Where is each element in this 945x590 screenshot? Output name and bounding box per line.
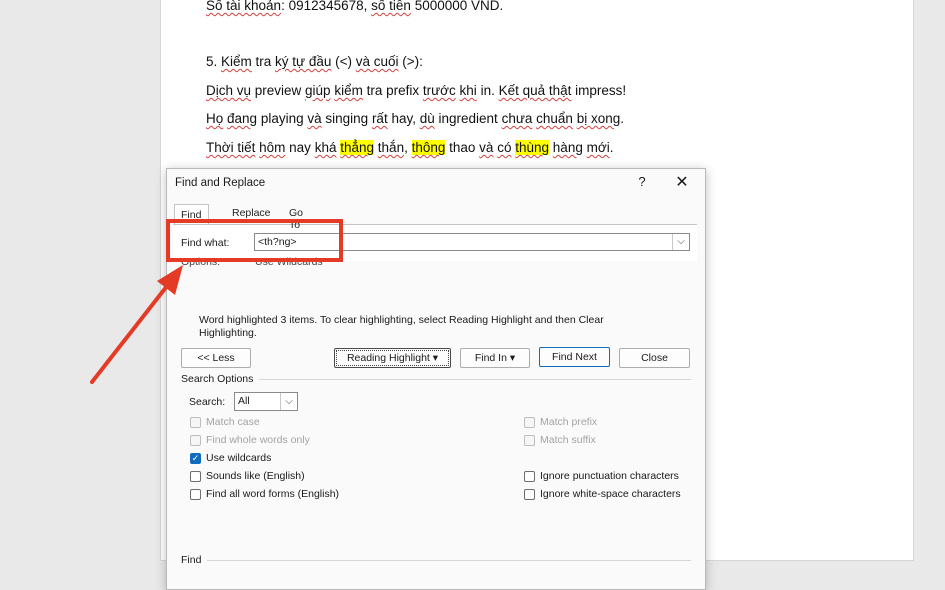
find-next-button[interactable]: Find Next: [539, 347, 610, 367]
doc-text-run: .: [609, 140, 614, 155]
doc-line-4: Họ đang playing và singing rất hay, dù i…: [206, 111, 624, 126]
doc-text-run: chuẩn: [536, 111, 573, 126]
checkbox: [524, 417, 535, 428]
checkbox-label: Match case: [206, 416, 260, 428]
doc-text-run: thẳng: [340, 140, 375, 155]
checkbox[interactable]: [524, 489, 535, 500]
doc-text-run: và: [307, 111, 322, 126]
checkbox-label: Match suffix: [540, 434, 596, 446]
doc-text-run: nay: [285, 140, 315, 155]
doc-text-run: thùng: [515, 140, 550, 155]
status-message: Word highlighted 3 items. To clear highl…: [199, 314, 604, 339]
doc-text-run: Kết quả thật: [498, 83, 572, 98]
doc-text-run: và cuối: [355, 54, 399, 69]
doc-text-run: : 0912345678,: [281, 0, 372, 13]
checkbox[interactable]: [190, 471, 201, 482]
dialog-title: Find and Replace: [175, 177, 266, 189]
doc-text-run: giúp: [305, 83, 331, 98]
reading-highlight-button[interactable]: Reading Highlight ▾: [334, 348, 451, 368]
search-options-title: Search Options: [181, 373, 254, 385]
doc-text-run: Số tài khoản: [206, 0, 282, 13]
doc-line-3: Dịch vụ preview giúp kiểm tra prefix trư…: [206, 83, 626, 98]
doc-text-run: impress!: [571, 83, 627, 98]
annotation-arrow-shaft: [90, 284, 169, 384]
doc-text-run: hàng: [552, 140, 583, 155]
checkbox-label[interactable]: Use wildcards: [206, 452, 271, 464]
doc-line-5: Thời tiết hôm nay khá thẳng thắn, thông …: [206, 140, 613, 155]
doc-line-1: Số tài khoản: 0912345678, số tiền 500000…: [206, 0, 503, 13]
doc-text-run: tra: [251, 54, 276, 69]
checkbox-label[interactable]: Sounds like (English): [206, 470, 305, 482]
doc-text-run: và: [479, 140, 494, 155]
doc-text-run: in.: [476, 83, 499, 98]
doc-text-run: có: [497, 140, 512, 155]
checkbox: [190, 435, 201, 446]
chevron-down-icon[interactable]: ⌵: [280, 393, 297, 410]
doc-line-2: 5. Kiểm tra ký tự đầu (<) và cuối (>):: [206, 54, 423, 69]
doc-text-run: ký tự đầu: [275, 54, 332, 69]
divider: [259, 379, 691, 380]
doc-text-run: số tiền: [371, 0, 411, 13]
checkbox[interactable]: [190, 489, 201, 500]
doc-text-run: thắn: [377, 140, 405, 155]
doc-text-run: dù: [419, 111, 435, 126]
find-in-button[interactable]: Find In ▾: [460, 348, 530, 368]
checkbox-label[interactable]: Ignore punctuation characters: [540, 470, 679, 482]
divider: [207, 560, 691, 561]
find-section-title: Find: [181, 554, 202, 566]
doc-text-run: đang: [227, 111, 258, 126]
checkbox-label[interactable]: Ignore white-space characters: [540, 488, 681, 500]
doc-text-run: kiểm: [334, 83, 363, 98]
doc-text-run: thao: [445, 140, 480, 155]
checkbox: [190, 417, 201, 428]
checkbox-label[interactable]: Find all word forms (English): [206, 488, 339, 500]
doc-text-run: hôm: [259, 140, 286, 155]
search-label: Search:: [189, 396, 226, 408]
doc-text-run: (<): [331, 54, 356, 69]
checkbox[interactable]: [524, 471, 535, 482]
doc-text-run: 5000000 VND.: [410, 0, 504, 13]
doc-text-run: khi: [459, 83, 477, 98]
checkbox[interactable]: ✓: [190, 453, 201, 464]
doc-text-run: .: [620, 111, 625, 126]
doc-text-run: thông: [411, 140, 446, 155]
doc-text-run: playing: [257, 111, 308, 126]
doc-text-run: singing: [321, 111, 372, 126]
doc-text-run: (>):: [398, 54, 423, 69]
doc-text-run: trước: [422, 83, 456, 98]
tab-replace[interactable]: Replace: [232, 207, 271, 219]
search-select-value: All: [238, 395, 250, 407]
less-button[interactable]: << Less: [181, 348, 251, 368]
doc-text-run: ,: [404, 140, 412, 155]
doc-text-run: 5.: [206, 54, 222, 69]
doc-text-run: ingredient: [434, 111, 502, 126]
close-button[interactable]: Close: [619, 348, 690, 368]
doc-text-run: Thời tiết: [206, 140, 256, 155]
chevron-down-icon[interactable]: ⌵: [672, 234, 689, 250]
doc-text-run: khá: [314, 140, 337, 155]
doc-text-run: chưa: [501, 111, 533, 126]
doc-text-run: preview: [251, 83, 306, 98]
checkbox-label: Match prefix: [540, 416, 598, 428]
checkbox-label: Find whole words only: [206, 434, 310, 446]
search-select[interactable]: All ⌵: [234, 392, 298, 411]
help-icon[interactable]: ?: [635, 174, 649, 189]
close-icon[interactable]: ✕: [673, 172, 691, 192]
doc-text-run: tra prefix: [362, 83, 423, 98]
annotation-highlight-box: [166, 219, 343, 262]
doc-text-run: Kiểm: [221, 54, 252, 69]
doc-text-run: rất: [371, 111, 388, 126]
doc-text-run: Dịch vụ: [206, 83, 252, 98]
doc-text-run: mới: [586, 140, 610, 155]
checkbox: [524, 435, 535, 446]
doc-text-run: bị xong: [576, 111, 621, 126]
doc-text-run: hay,: [387, 111, 420, 126]
doc-text-run: Họ: [206, 111, 224, 126]
